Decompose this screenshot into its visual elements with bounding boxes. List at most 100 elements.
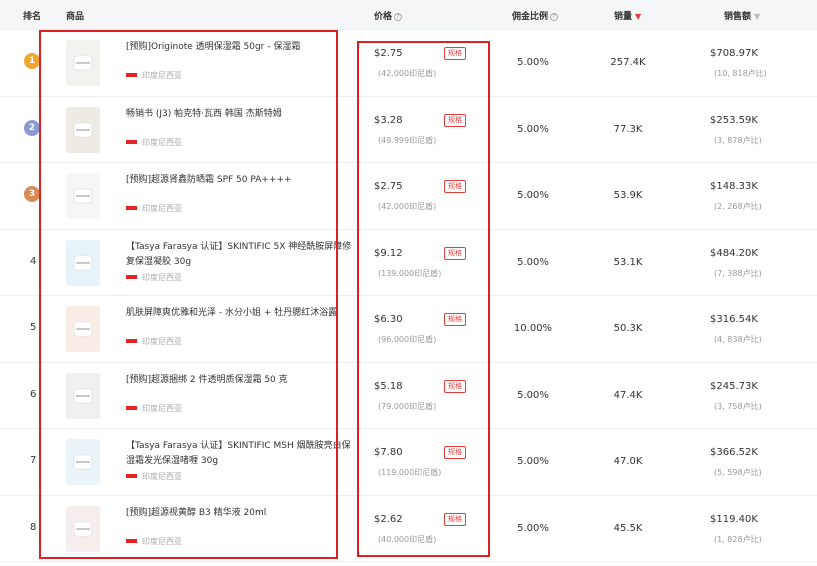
product-region: 印度尼西亚 <box>142 71 182 80</box>
product-price: $7.80 <box>374 447 403 458</box>
product-image-icon <box>73 55 93 71</box>
product-image-icon <box>73 188 93 204</box>
revenue-amount: $245.73K <box>710 380 758 392</box>
commission-rate: 5.00% <box>517 256 549 268</box>
rank-number: 4 <box>30 255 37 267</box>
product-thumbnail[interactable] <box>66 173 100 219</box>
sales-volume: 47.0K <box>613 456 643 467</box>
product-title[interactable]: [预购]超源视黄醇 B3 精华液 20ml <box>126 506 354 521</box>
product-title[interactable]: 畅销书 (J3) 帕克特·瓦西 韩国 杰斯特姆 <box>126 107 354 122</box>
product-image-icon <box>73 255 93 270</box>
product-region: 印度尼西亚 <box>142 204 182 213</box>
spec-tag[interactable]: 规格 <box>444 246 466 260</box>
sort-desc-icon[interactable]: ▼ <box>635 12 641 21</box>
product-thumbnail[interactable] <box>66 239 100 286</box>
product-title[interactable]: [预购]超源捆绑 2 件透明质保湿霜 50 克 <box>126 373 354 388</box>
header-price-label: 价格 <box>374 12 393 22</box>
product-thumbnail[interactable] <box>66 439 100 485</box>
product-image-icon <box>73 521 93 536</box>
table-row[interactable]: 4 【Tasya Farasya 认证】SKINTIFIC 5X 神经酰胺屏障修… <box>0 230 817 296</box>
header-sales[interactable]: 销量 ▼ <box>614 9 641 22</box>
product-price: $2.75 <box>374 181 403 192</box>
sales-volume: 53.1K <box>613 256 643 268</box>
price-local: (49.999印尼盾) <box>378 135 437 145</box>
product-region: 印度尼西亚 <box>142 536 182 546</box>
product-title[interactable]: [预购]超源肾鑫防晒霜 SPF 50 PA++++ <box>126 173 354 188</box>
product-thumbnail[interactable] <box>66 372 100 419</box>
product-thumbnail[interactable] <box>66 40 100 86</box>
sales-volume: 50.3K <box>613 323 643 334</box>
sort-idle-icon[interactable]: ▼ <box>754 12 760 21</box>
spec-tag[interactable]: 规格 <box>444 379 466 393</box>
header-price[interactable]: 价格? <box>374 9 403 22</box>
rank-medal-icon: 2 <box>24 119 40 136</box>
table-row[interactable]: 6 [预购]超源捆绑 2 件透明质保湿霜 50 克 印度尼西亚 $5.18 规格… <box>0 363 817 429</box>
product-image-icon <box>73 388 93 403</box>
sales-volume: 77.3K <box>613 123 643 135</box>
price-local: (139.000印尼盾) <box>378 268 442 278</box>
spec-tag[interactable]: 规格 <box>444 113 466 127</box>
help-icon[interactable]: ? <box>394 13 403 21</box>
rank-number: 7 <box>30 455 37 466</box>
rank-number: 6 <box>30 388 37 400</box>
sales-volume: 47.4K <box>613 389 643 401</box>
header-rank: 排名 <box>23 12 42 22</box>
price-local: (96.000印尼盾) <box>378 335 437 344</box>
commission-rate: 5.00% <box>517 57 549 68</box>
table-row[interactable]: 5 肌肤屏障爽优雅和光泽 - 水分小姐 + 牡丹腮红沐浴露 印度尼西亚 $6.3… <box>0 296 817 363</box>
product-title[interactable]: 肌肤屏障爽优雅和光泽 - 水分小姐 + 牡丹腮红沐浴露 <box>126 306 354 321</box>
table-row[interactable]: 1 [预购]Originote 透明保湿霜 50gr - 保湿霜 印度尼西亚 $… <box>0 30 817 97</box>
table-row[interactable]: 3 [预购]超源肾鑫防晒霜 SPF 50 PA++++ 印度尼西亚 $2.75 … <box>0 163 817 230</box>
product-region: 印度尼西亚 <box>142 272 182 282</box>
product-image-icon <box>73 454 93 470</box>
spec-tag[interactable]: 规格 <box>444 180 466 193</box>
spec-tag[interactable]: 规格 <box>444 446 466 459</box>
product-image-icon <box>73 122 93 137</box>
header-revenue[interactable]: 销售额 ▼ <box>724 9 760 22</box>
revenue-amount: $484.20K <box>710 247 758 259</box>
table-row[interactable]: 2 畅销书 (J3) 帕克特·瓦西 韩国 杰斯特姆 印度尼西亚 $3.28 规格… <box>0 97 817 163</box>
commission-rate: 5.00% <box>517 389 549 401</box>
table-row[interactable]: 8 [预购]超源视黄醇 B3 精华液 20ml 印度尼西亚 $2.62 规格 (… <box>0 496 817 562</box>
product-region: 印度尼西亚 <box>142 403 182 413</box>
rank-number: 8 <box>30 521 37 533</box>
product-region: 印度尼西亚 <box>142 137 182 147</box>
revenue-ratio: (5, 598卢比) <box>714 468 762 477</box>
rank-number: 5 <box>30 322 37 333</box>
product-thumbnail[interactable] <box>66 306 100 352</box>
indonesia-flag-icon <box>126 73 137 77</box>
price-local: (42.000印尼盾) <box>378 69 437 78</box>
product-thumbnail[interactable] <box>66 505 100 552</box>
commission-rate: 5.00% <box>517 522 549 534</box>
revenue-ratio: (10, 818卢比) <box>714 69 767 78</box>
spec-tag[interactable]: 规格 <box>444 47 466 60</box>
spec-tag[interactable]: 规格 <box>444 512 466 526</box>
header-product: 商品 <box>66 12 85 22</box>
product-title[interactable]: 【Tasya Farasya 认证】SKINTIFIC 5X 神经酰胺屏障修复保… <box>126 240 354 270</box>
header-commission[interactable]: 佣金比例? <box>512 9 559 22</box>
indonesia-flag-icon <box>126 405 137 410</box>
spec-tag[interactable]: 规格 <box>444 313 466 326</box>
header-revenue-label: 销售额 <box>724 12 752 22</box>
help-icon[interactable]: ? <box>550 13 559 21</box>
sales-volume: 257.4K <box>610 57 646 68</box>
revenue-ratio: (7, 388卢比) <box>714 268 762 278</box>
sales-volume: 53.9K <box>613 190 643 201</box>
commission-rate: 5.00% <box>517 190 549 201</box>
revenue-amount: $366.52K <box>710 447 758 458</box>
rank-medal-icon: 3 <box>24 186 40 202</box>
table-row[interactable]: 7 【Tasya Farasya 认证】SKINTIFIC MSH 烟酰胺亮白保… <box>0 429 817 496</box>
revenue-ratio: (3, 878卢比) <box>714 135 762 145</box>
revenue-amount: $148.33K <box>710 181 758 192</box>
indonesia-flag-icon <box>126 274 137 279</box>
header-commission-label: 佣金比例 <box>512 12 549 22</box>
product-title[interactable]: [预购]Originote 透明保湿霜 50gr - 保湿霜 <box>126 40 354 55</box>
revenue-ratio: (1, 828卢比) <box>714 534 762 544</box>
revenue-amount: $708.97K <box>710 48 758 59</box>
product-title[interactable]: 【Tasya Farasya 认证】SKINTIFIC MSH 烟酰胺亮白保湿霜… <box>126 439 354 469</box>
commission-rate: 5.00% <box>517 123 549 135</box>
price-local: (42.000印尼盾) <box>378 202 437 211</box>
product-price: $2.75 <box>374 48 403 59</box>
product-thumbnail[interactable] <box>66 106 100 153</box>
product-region: 印度尼西亚 <box>142 472 182 481</box>
